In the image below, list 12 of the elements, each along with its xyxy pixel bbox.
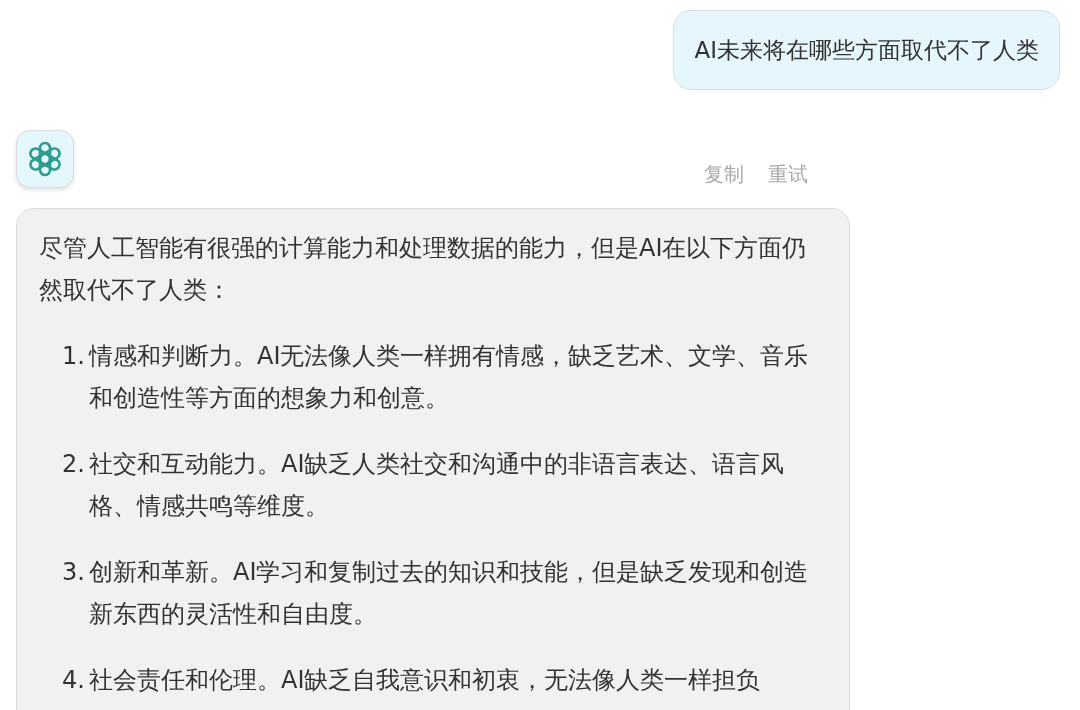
retry-link[interactable]: 重试 [768, 161, 808, 188]
list-item-text: 社交和互动能力。AI缺乏人类社交和沟通中的非语言表达、语言风格、情感共鸣等维度。 [89, 449, 786, 522]
copy-link[interactable]: 复制 [704, 161, 744, 188]
item-number: 1. [61, 341, 86, 372]
item-number: 3. [61, 557, 86, 588]
answer-intro: 尽管人工智能有很强的计算能力和处理数据的能力，但是AI在以下方面仍然取代不了人类： [39, 233, 808, 306]
item-number: 2. [61, 449, 86, 480]
list-item-text: 创新和革新。AI学习和复制过去的知识和技能，但是缺乏发现和创造新东西的灵活性和自由度。 [89, 557, 810, 630]
user-message: AI未来将在哪些方面取代不了人类 [673, 10, 1060, 90]
list-item-text: 社会责任和伦理。AI缺乏自我意识和初衷，无法像人类一样担负 [89, 665, 762, 696]
list-item-text: 情感和判断力。AI无法像人类一样拥有情感，缺乏艺术、文学、音乐和创造性等方面的想象力和创意。 [89, 341, 810, 414]
item-number: 4. [61, 665, 86, 696]
